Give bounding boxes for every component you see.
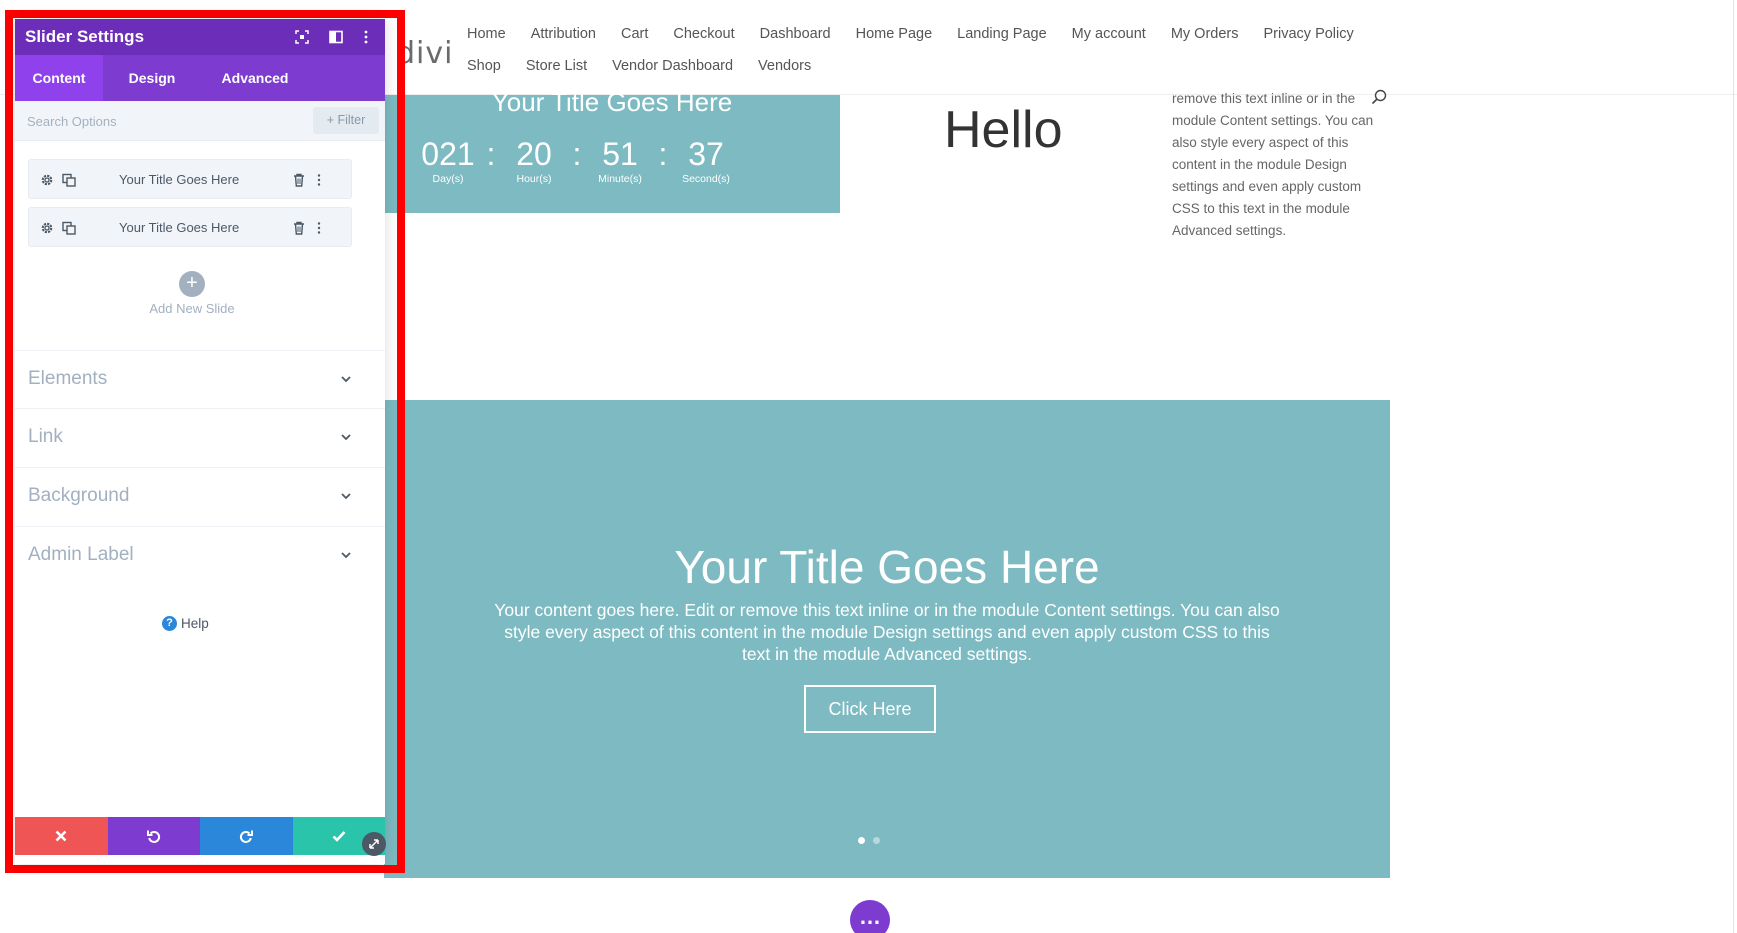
countdown-hours: 20 Hour(s) [500,137,568,185]
countdown-minutes-label: Minute(s) [598,173,642,185]
resize-icon [369,839,379,849]
countdown-days: 021 Day(s) [414,137,482,185]
help-link[interactable]: ? Help [162,616,209,631]
nav-link-vendors[interactable]: Vendors [758,58,811,74]
copy-icon[interactable] [61,220,77,236]
countdown-hours-value: 20 [516,136,552,172]
countdown-separator: : [486,136,496,172]
tab-advanced[interactable]: Advanced [201,55,309,101]
add-new-slide[interactable]: + Add New Slide [127,271,257,316]
toggle-elements[interactable]: Elements [15,350,385,406]
countdown-timer: Your Title Goes Here 021 Day(s) : 20 Hou… [384,87,840,213]
search-options-bar: + Filter [15,101,385,141]
tab-design[interactable]: Design [103,55,201,101]
gear-icon[interactable] [39,220,55,236]
close-icon [55,830,67,842]
add-new-slide-label[interactable]: Add New Slide [127,301,257,316]
more-vertical-icon[interactable] [358,29,374,45]
slide-item-label: Your Title Goes Here [119,172,240,187]
help-label: Help [181,616,209,631]
help-icon: ? [162,616,177,631]
chevron-down-icon [341,552,351,559]
slide-title: Your Title Goes Here [674,541,1100,593]
slide-list-item[interactable]: Your Title Goes Here [28,207,352,247]
copy-icon[interactable] [61,172,77,188]
countdown-seconds-value: 37 [688,136,724,172]
slide-content: Your content goes here. Edit or remove t… [494,600,1280,664]
text-module: remove this text inline or in the module… [1172,91,1374,238]
nav-link-attribution[interactable]: Attribution [531,26,596,42]
main-nav-row-2: Shop Store List Vendor Dashboard Vendors [467,58,836,74]
toggle-background[interactable]: Background [15,467,385,523]
plus-icon[interactable]: + [179,271,205,297]
search-icon[interactable] [1371,89,1387,105]
slider-dot[interactable] [873,837,880,844]
chevron-down-icon [341,434,351,441]
nav-link-checkout[interactable]: Checkout [673,26,734,42]
countdown-days-value: 021 [421,136,475,172]
redo-icon [240,830,254,843]
slider-module: Your Title Goes Here Your content goes h… [384,400,1390,878]
nav-link-home-page[interactable]: Home Page [856,26,933,42]
slider-pagination [858,837,880,844]
countdown-seconds: 37 Second(s) [672,137,740,185]
slider-dot-active[interactable] [858,837,865,844]
countdown-separator: : [572,136,582,172]
nav-link-my-orders[interactable]: My Orders [1171,26,1239,42]
toggle-label: Link [28,426,63,447]
toggle-admin-label[interactable]: Admin Label [15,526,385,582]
panel-header: Slider Settings [15,19,385,55]
nav-link-shop[interactable]: Shop [467,58,501,74]
slider-settings-panel: Slider Settings Content Design Advanced … [15,19,385,864]
panel-title: Slider Settings [25,27,145,46]
check-icon [332,831,346,842]
countdown-hours-label: Hour(s) [516,173,552,185]
nav-link-dashboard[interactable]: Dashboard [760,26,831,42]
nav-link-landing-page[interactable]: Landing Page [957,26,1047,42]
hello-heading: Hello [944,101,1063,159]
tab-content[interactable]: Content [15,55,103,101]
nav-link-privacy-policy[interactable]: Privacy Policy [1264,26,1354,42]
panel-tabs: Content Design Advanced [15,55,385,101]
fullscreen-icon[interactable] [294,29,310,45]
undo-button[interactable] [107,817,200,855]
toggle-link[interactable]: Link [15,408,385,464]
countdown-minutes-value: 51 [602,136,638,172]
more-options-button[interactable]: … [850,900,890,933]
filter-button[interactable]: + Filter [313,107,379,134]
trash-icon[interactable] [291,220,307,236]
toggle-label: Elements [28,368,108,389]
nav-link-cart[interactable]: Cart [621,26,648,42]
gear-icon[interactable] [39,172,55,188]
discard-button[interactable] [15,817,108,855]
countdown-separator: : [658,136,668,172]
countdown-days-label: Day(s) [432,173,464,185]
undo-icon [146,830,160,843]
redo-button[interactable] [200,817,293,855]
countdown-minutes: 51 Minute(s) [586,137,654,185]
search-options-input[interactable] [27,110,267,132]
split-view-icon[interactable] [328,29,344,45]
trash-icon[interactable] [291,172,307,188]
more-vertical-icon[interactable] [311,220,327,236]
main-nav-row-1: Home Attribution Cart Checkout Dashboard… [467,26,1379,42]
slide-button[interactable]: Click Here [804,685,936,733]
nav-link-my-account[interactable]: My account [1072,26,1146,42]
countdown-seconds-label: Second(s) [682,173,730,185]
page-edge [1733,0,1734,933]
toggle-label: Admin Label [28,544,134,565]
chevron-down-icon [341,376,351,383]
toggle-label: Background [28,485,130,506]
countdown-title: Your Title Goes Here [491,87,733,117]
slide-item-label: Your Title Goes Here [119,220,240,235]
slide-list-item[interactable]: Your Title Goes Here [28,159,352,199]
nav-link-vendor-dashboard[interactable]: Vendor Dashboard [612,58,733,74]
more-vertical-icon[interactable] [311,172,327,188]
nav-link-store-list[interactable]: Store List [526,58,587,74]
panel-footer [15,817,385,855]
resize-handle[interactable] [362,832,386,856]
chevron-down-icon [341,493,351,500]
nav-link-home[interactable]: Home [467,26,506,42]
